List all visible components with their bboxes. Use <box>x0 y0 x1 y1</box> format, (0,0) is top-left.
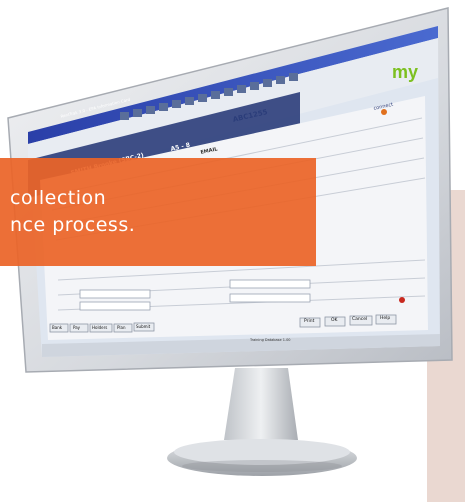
cancel-button[interactable]: Cancel <box>352 317 367 322</box>
tab-pay[interactable]: Pay <box>73 325 80 330</box>
help-button[interactable]: Help <box>380 316 390 321</box>
tab-holders[interactable]: Holders <box>92 325 107 330</box>
banner-line-1: collection <box>10 187 107 209</box>
tab-plan[interactable]: Plan <box>117 325 126 330</box>
monitor-stand-icon <box>224 368 298 440</box>
tab-submit[interactable]: Submit <box>136 324 150 329</box>
banner-line-2: nce process. <box>10 214 136 236</box>
tab-bank[interactable]: Bank <box>52 325 62 330</box>
my-logo: my <box>392 62 418 82</box>
status-text: Training Database 1.00 <box>250 338 291 342</box>
print-button[interactable]: Print <box>304 319 314 324</box>
promo-banner: collection nce process. <box>0 158 316 266</box>
ok-button[interactable]: OK <box>331 318 338 323</box>
